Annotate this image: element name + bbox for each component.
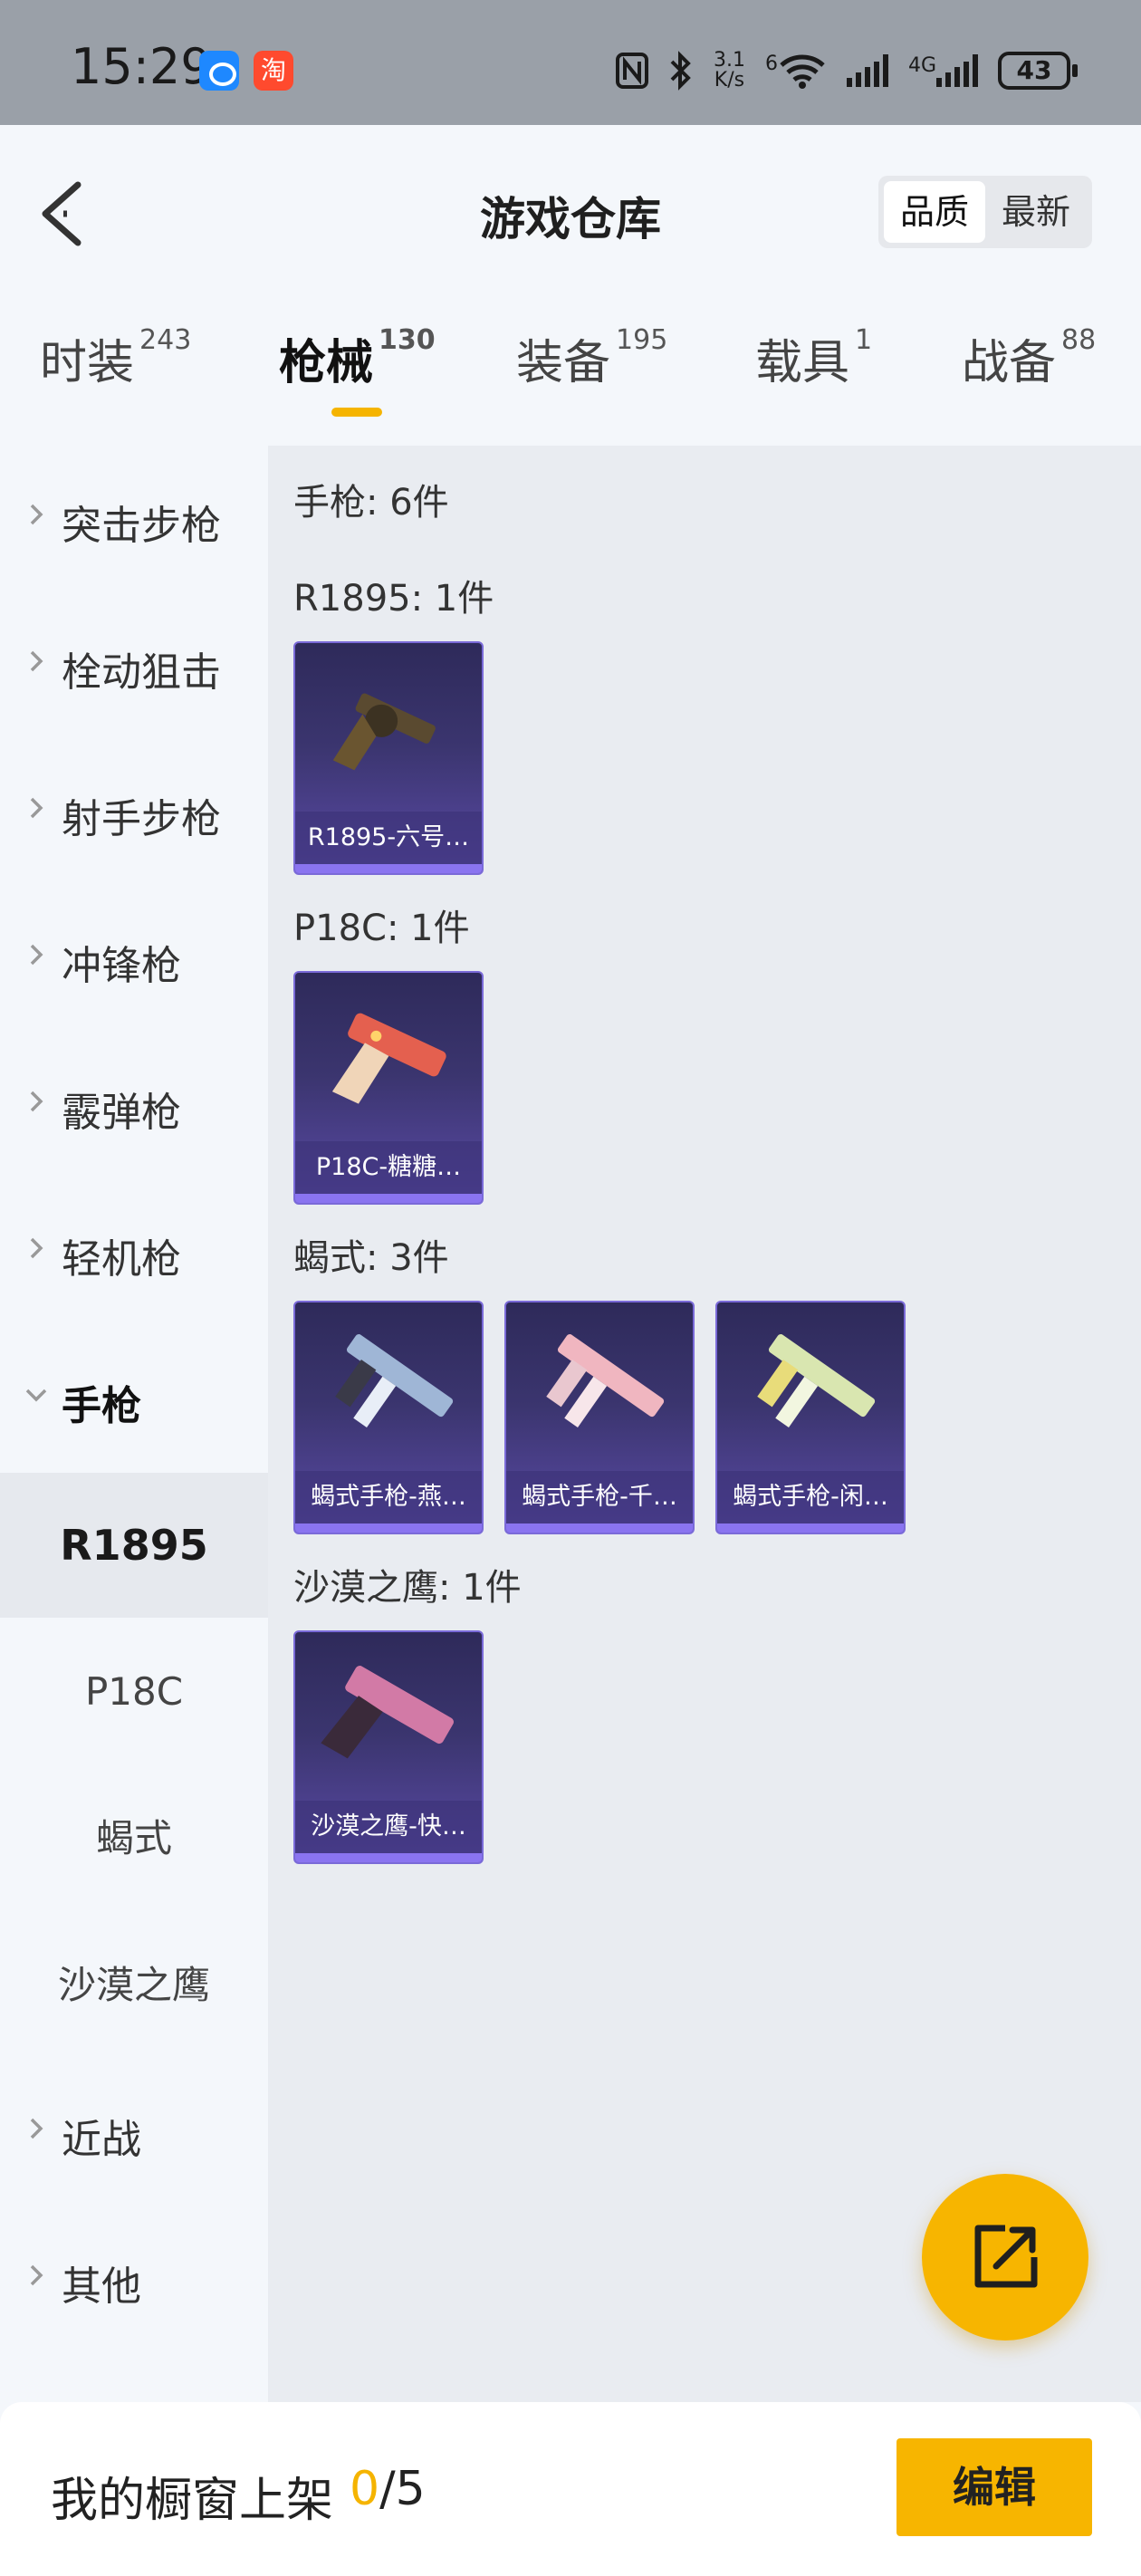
group-title: 沙漠之鹰: 1件 [293,1567,522,1609]
item-card[interactable]: 沙漠之鹰-快… [293,1630,484,1864]
sort-toggle: 品质 最新 [878,176,1092,248]
smg-pistol-icon [546,1334,665,1428]
item-name: 蝎式手枪-千… [506,1471,693,1523]
status-indicators: 3.1 K/s 6 4G 43 [615,45,1078,96]
chevron-right-icon [30,2118,43,2139]
sort-option-newest[interactable]: 最新 [985,181,1087,243]
chevron-right-icon [30,650,43,672]
item-grid: 手枪: 6件 R1895: 1件 R1895-六号… P18C: 1件 P18C… [268,446,1141,2402]
showcase-label: 我的橱窗上架 [51,2474,334,2528]
showcase-count: 0/5 [350,2462,426,2516]
sidebar-sub-scorpion[interactable]: 蝎式 [0,1766,268,1911]
item-name: 蝎式手枪-燕… [295,1471,482,1523]
sort-option-quality[interactable]: 品质 [884,181,985,243]
category-sidebar: 突击步枪 栓动狙击 射手步枪 冲锋枪 霰弹枪 轻机枪 手枪 R1895 P18C… [0,446,268,2402]
sidebar-sub-r1895[interactable]: R1895 [0,1473,268,1618]
item-name: 沙漠之鹰-快… [295,1801,482,1853]
pistol-icon [331,1013,446,1104]
tab-equipment[interactable]: 装备 195 [516,324,667,392]
battery-icon: 43 [998,52,1078,90]
tab-combat-prep[interactable]: 战备 88 [962,324,1096,392]
header: 游戏仓库 品质 最新 时装 243 枪械 130 装备 195 载具 1 战备 88 [0,125,1141,426]
sidebar-item-other[interactable]: 其他 [0,2206,268,2351]
revolver-icon [332,693,436,771]
showcase-bar: 我的橱窗上架 0/5 编辑 [0,2402,1141,2576]
smg-pistol-icon [335,1334,454,1428]
group-title: R1895: 1件 [293,578,494,620]
cell-group: 4G [908,54,978,87]
sidebar-item-melee[interactable]: 近战 [0,2060,268,2205]
sidebar-item-lmg[interactable]: 轻机枪 [0,1179,268,1324]
category-title: 手枪: 6件 [293,482,449,524]
item-name: P18C-糖糖… [295,1141,482,1194]
wifi-group: 6 [765,53,827,89]
desert-eagle-icon [321,1666,454,1759]
wifi-icon [780,54,825,89]
status-time: 15:29 [71,38,212,95]
chat-bubble-icon [199,51,239,91]
sidebar-item-pistol[interactable]: 手枪 [0,1326,268,1471]
status-bar: 15:29 淘 3.1 K/s 6 4G 43 [0,0,1141,125]
taobao-icon: 淘 [254,51,293,91]
sidebar-item-marksman-rifle[interactable]: 射手步枪 [0,739,268,884]
sidebar-sub-p18c[interactable]: P18C [0,1620,268,1764]
chevron-right-icon [30,2264,43,2286]
item-card[interactable]: R1895-六号… [293,641,484,875]
active-tab-indicator [331,408,382,417]
item-card[interactable]: 蝎式手枪-燕… [293,1301,484,1534]
item-name: R1895-六号… [295,812,482,864]
tab-guns[interactable]: 枪械 130 [279,324,436,392]
sidebar-item-assault-rifle[interactable]: 突击步枪 [0,446,268,591]
nfc-icon [615,53,648,89]
sidebar-item-bolt-sniper[interactable]: 栓动狙击 [0,592,268,737]
sidebar-sub-desert-eagle[interactable]: 沙漠之鹰 [0,1913,268,2058]
signal-icon [846,54,888,87]
item-name: 蝎式手枪-闲… [717,1471,904,1523]
group-title: P18C: 1件 [293,908,470,949]
edit-button[interactable]: 编辑 [896,2438,1092,2536]
share-button[interactable] [922,2174,1088,2341]
smg-pistol-icon [757,1334,876,1428]
chevron-right-icon [30,797,43,819]
cell-signal-icon [936,54,978,87]
external-link-icon [974,2225,1038,2288]
chevron-right-icon [30,1237,43,1259]
bluetooth-icon [670,51,691,91]
group-title: 蝎式: 3件 [293,1237,449,1279]
chevron-right-icon [30,504,43,525]
sidebar-item-smg[interactable]: 冲锋枪 [0,886,268,1031]
sidebar-item-shotgun[interactable]: 霰弹枪 [0,1033,268,1177]
chevron-down-icon [25,1389,47,1402]
tab-fashion[interactable]: 时装 243 [40,324,191,392]
chevron-right-icon [30,944,43,966]
tab-bar: 时装 243 枪械 130 装备 195 载具 1 战备 88 [0,324,1141,424]
item-card[interactable]: 蝎式手枪-闲… [715,1301,906,1534]
tab-vehicles[interactable]: 载具 1 [755,324,872,392]
item-card[interactable]: 蝎式手枪-千… [504,1301,695,1534]
chevron-right-icon [30,1091,43,1112]
network-speed: 3.1 K/s [713,49,745,91]
item-card[interactable]: P18C-糖糖… [293,971,484,1205]
